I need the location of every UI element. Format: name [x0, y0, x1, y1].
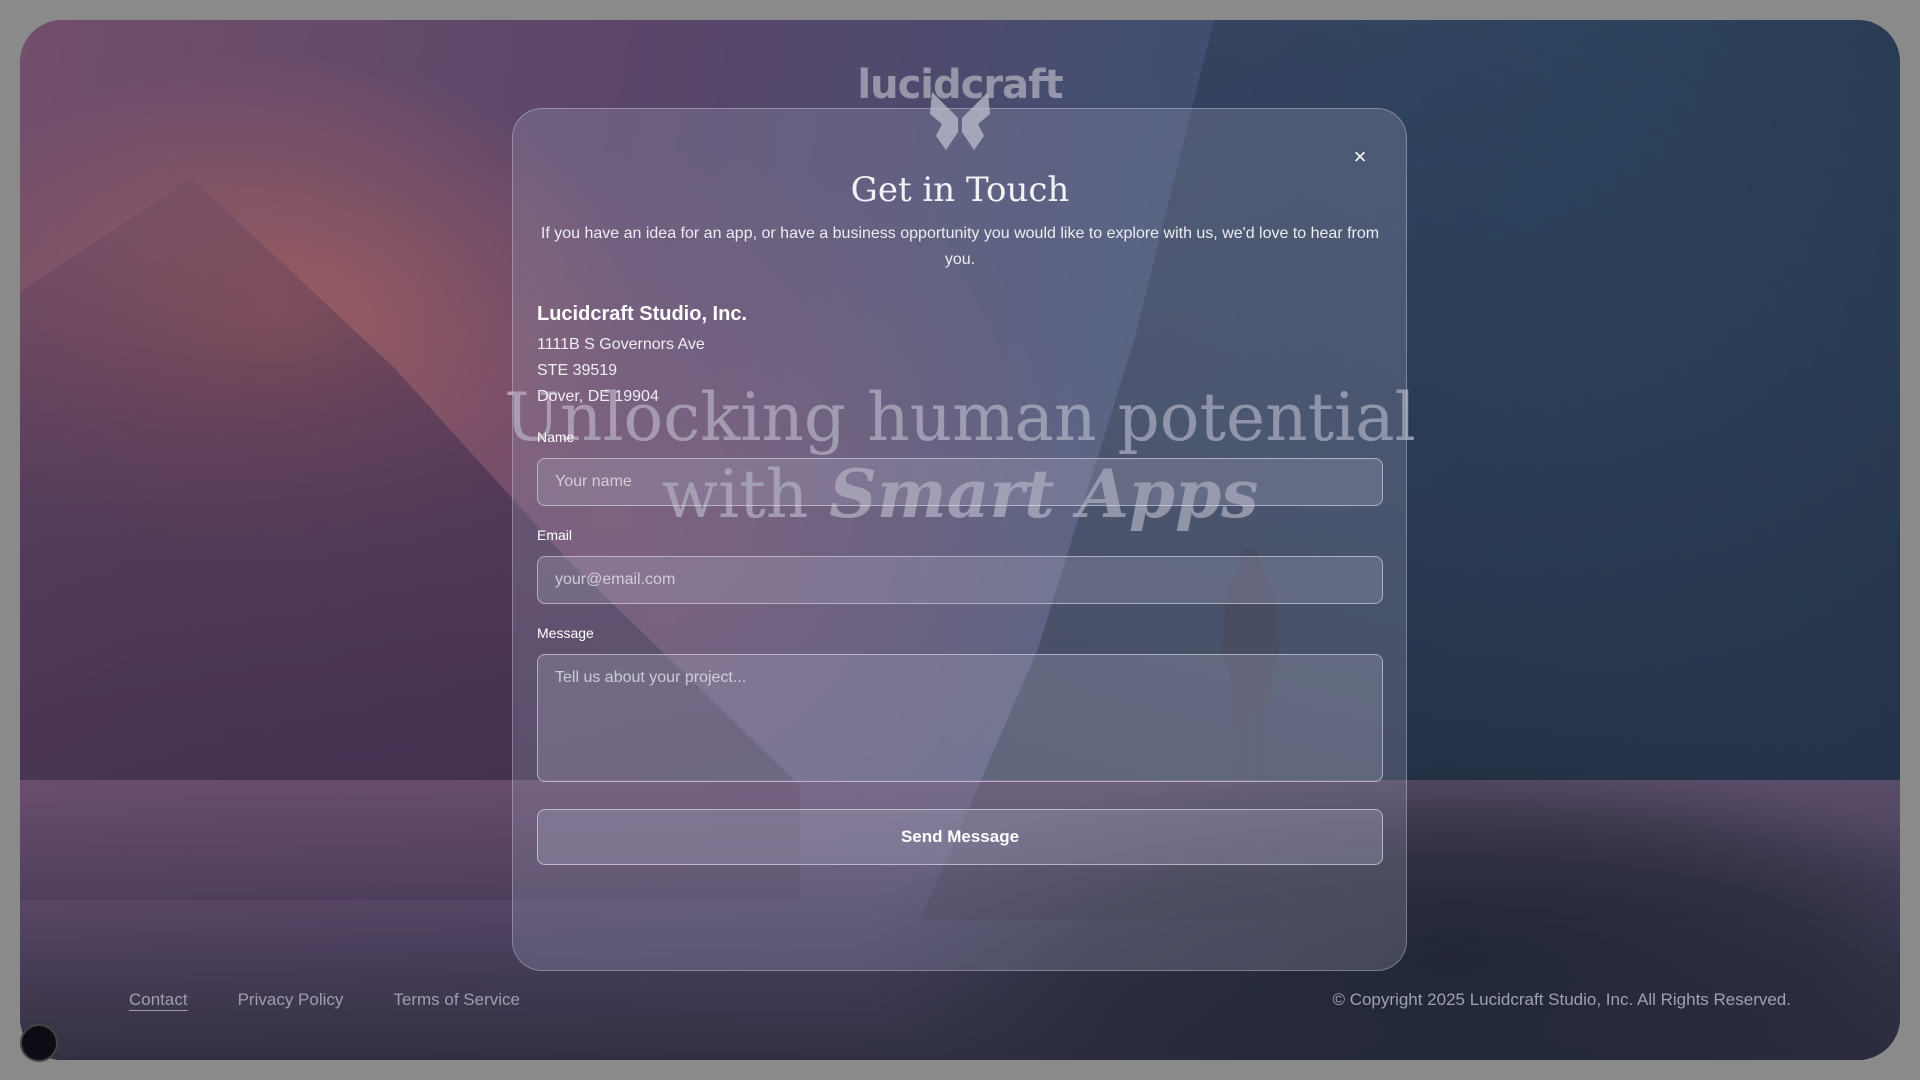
- address-line-1: 1111B S Governors Ave: [537, 336, 705, 353]
- corner-avatar-button[interactable]: [20, 1024, 58, 1062]
- footer-nav: Contact Privacy Policy Terms of Service: [129, 990, 520, 1010]
- company-info: Lucidcraft Studio, Inc. 1111B S Governor…: [537, 303, 747, 410]
- modal-subtitle: If you have an idea for an app, or have …: [540, 225, 1380, 268]
- logo-wordmark: lucidcraft: [857, 62, 1063, 108]
- email-label: Email: [537, 527, 573, 543]
- footer-copyright: © Copyright 2025 Lucidcraft Studio, Inc.…: [1332, 990, 1791, 1009]
- name-label: Name: [537, 429, 575, 445]
- address-line-3: Dover, DE 19904: [537, 388, 659, 405]
- footer-link-contact[interactable]: Contact: [129, 990, 188, 1010]
- footer-link-privacy[interactable]: Privacy Policy: [238, 990, 344, 1010]
- message-textarea[interactable]: [537, 654, 1383, 782]
- email-input[interactable]: [537, 556, 1383, 604]
- send-message-button[interactable]: Send Message: [537, 809, 1383, 865]
- close-icon[interactable]: ×: [1348, 145, 1372, 169]
- modal-title: Get in Touch: [850, 170, 1070, 210]
- message-label: Message: [537, 625, 594, 641]
- address-line-2: STE 39519: [537, 362, 618, 379]
- name-input[interactable]: [537, 458, 1383, 506]
- footer-link-terms[interactable]: Terms of Service: [393, 990, 520, 1010]
- company-name: Lucidcraft Studio, Inc.: [537, 303, 748, 325]
